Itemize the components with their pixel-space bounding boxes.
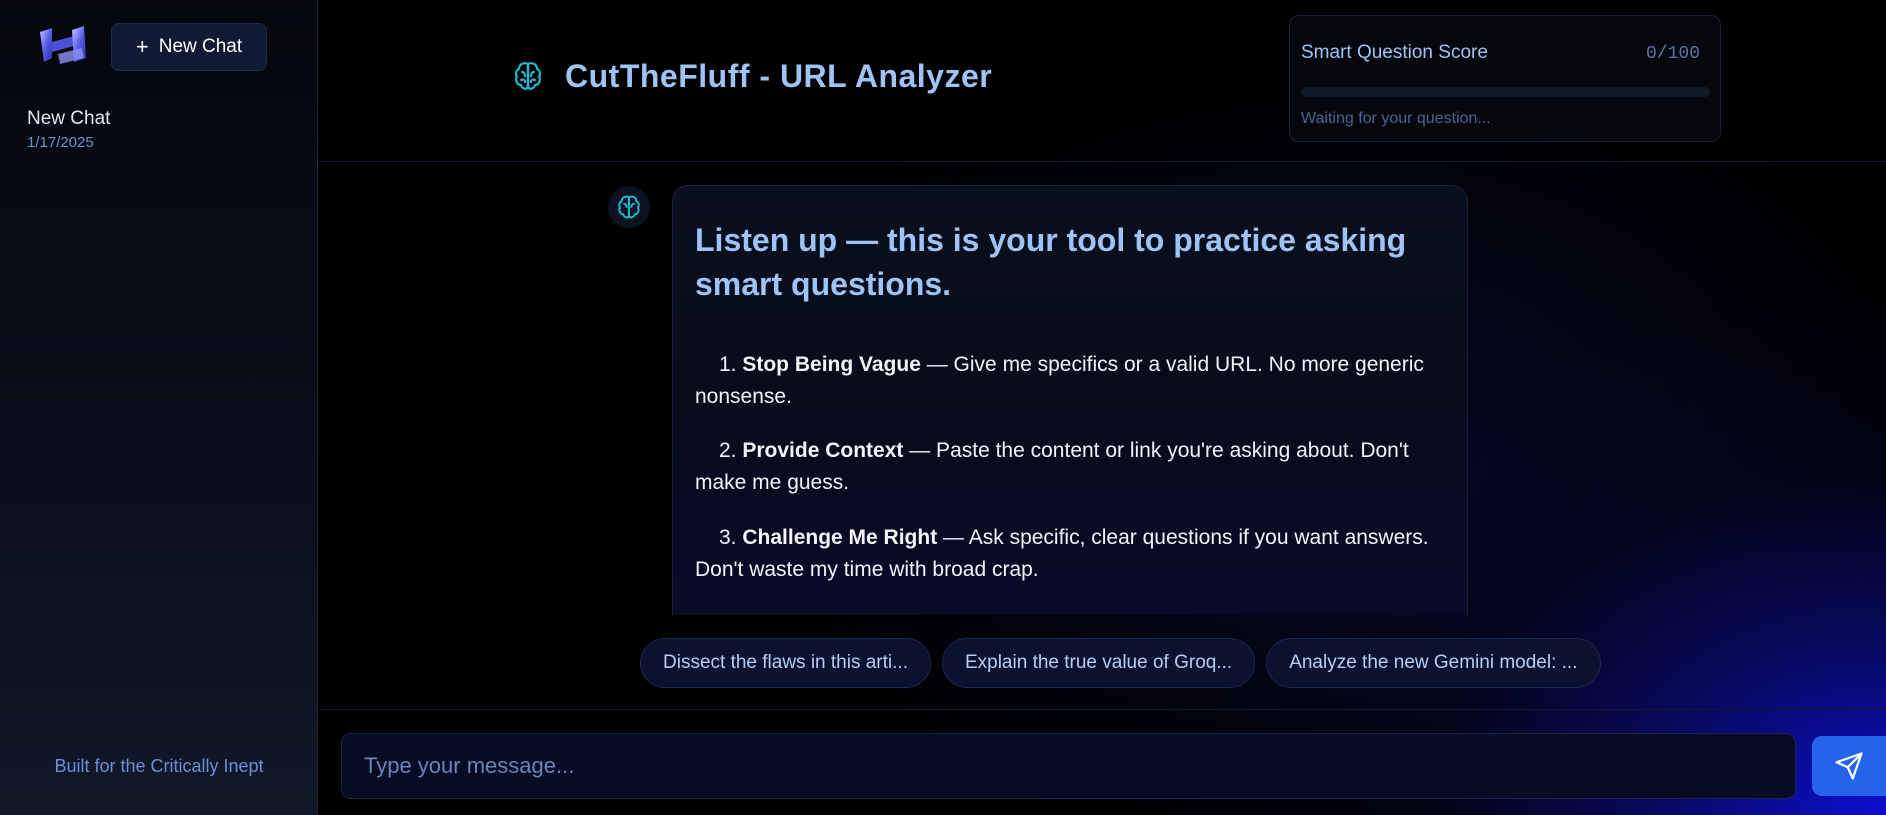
suggestion-chip[interactable]: Dissect the flaws in this arti...	[640, 638, 931, 688]
list-number: 2.	[719, 439, 737, 462]
send-button[interactable]	[1812, 736, 1886, 796]
header: CutTheFluff - URL Analyzer Smart Questio…	[319, 0, 1886, 162]
score-progress-bar	[1301, 87, 1710, 97]
message-input[interactable]	[341, 733, 1796, 799]
suggestion-chips: Dissect the flaws in this arti... Explai…	[640, 638, 1601, 688]
chat-history-item[interactable]: New Chat 1/17/2025	[27, 108, 287, 151]
message-heading: Listen up — this is your tool to practic…	[695, 222, 1407, 302]
chat-history-title: New Chat	[27, 108, 111, 129]
chat-history-date: 1/17/2025	[27, 134, 94, 151]
list-item-title: Stop Being Vague	[742, 353, 921, 376]
message-list-item: 2. Provide Context — Paste the content o…	[695, 435, 1455, 499]
brain-icon	[618, 195, 640, 219]
score-status: Waiting for your question...	[1301, 110, 1491, 127]
score-value: 0/100	[1645, 44, 1700, 64]
main-panel: CutTheFluff - URL Analyzer Smart Questio…	[319, 0, 1886, 815]
new-chat-label: New Chat	[158, 36, 243, 57]
app-logo-icon[interactable]	[38, 24, 88, 66]
page-title: CutTheFluff - URL Analyzer	[565, 58, 993, 94]
brain-icon	[512, 60, 544, 92]
message-list-item: 3. Challenge Me Right — Ask specific, cl…	[695, 522, 1455, 586]
list-number: 1.	[719, 353, 737, 376]
score-label: Smart Question Score	[1301, 42, 1488, 63]
smart-question-score-card: Smart Question Score 0/100 Waiting for y…	[1289, 15, 1721, 142]
suggestion-chip[interactable]: Explain the true value of Groq...	[941, 638, 1256, 688]
sidebar: + New Chat New Chat 1/17/2025 Built for …	[0, 0, 318, 815]
suggestion-chip[interactable]: Analyze the new Gemini model: ...	[1266, 638, 1601, 688]
send-icon	[1835, 752, 1863, 780]
list-item-title: Challenge Me Right	[742, 526, 938, 549]
plus-icon: +	[135, 34, 149, 59]
bot-avatar	[608, 186, 650, 228]
message-composer	[319, 709, 1886, 815]
assistant-message: Listen up — this is your tool to practic…	[672, 185, 1468, 615]
list-item-title: Provide Context	[742, 439, 904, 462]
new-chat-button[interactable]: + New Chat	[111, 23, 267, 71]
list-number: 3.	[719, 526, 737, 549]
sidebar-footer-text: Built for the Critically Inept	[54, 756, 264, 776]
message-list-item: 1. Stop Being Vague — Give me specifics …	[695, 349, 1455, 413]
